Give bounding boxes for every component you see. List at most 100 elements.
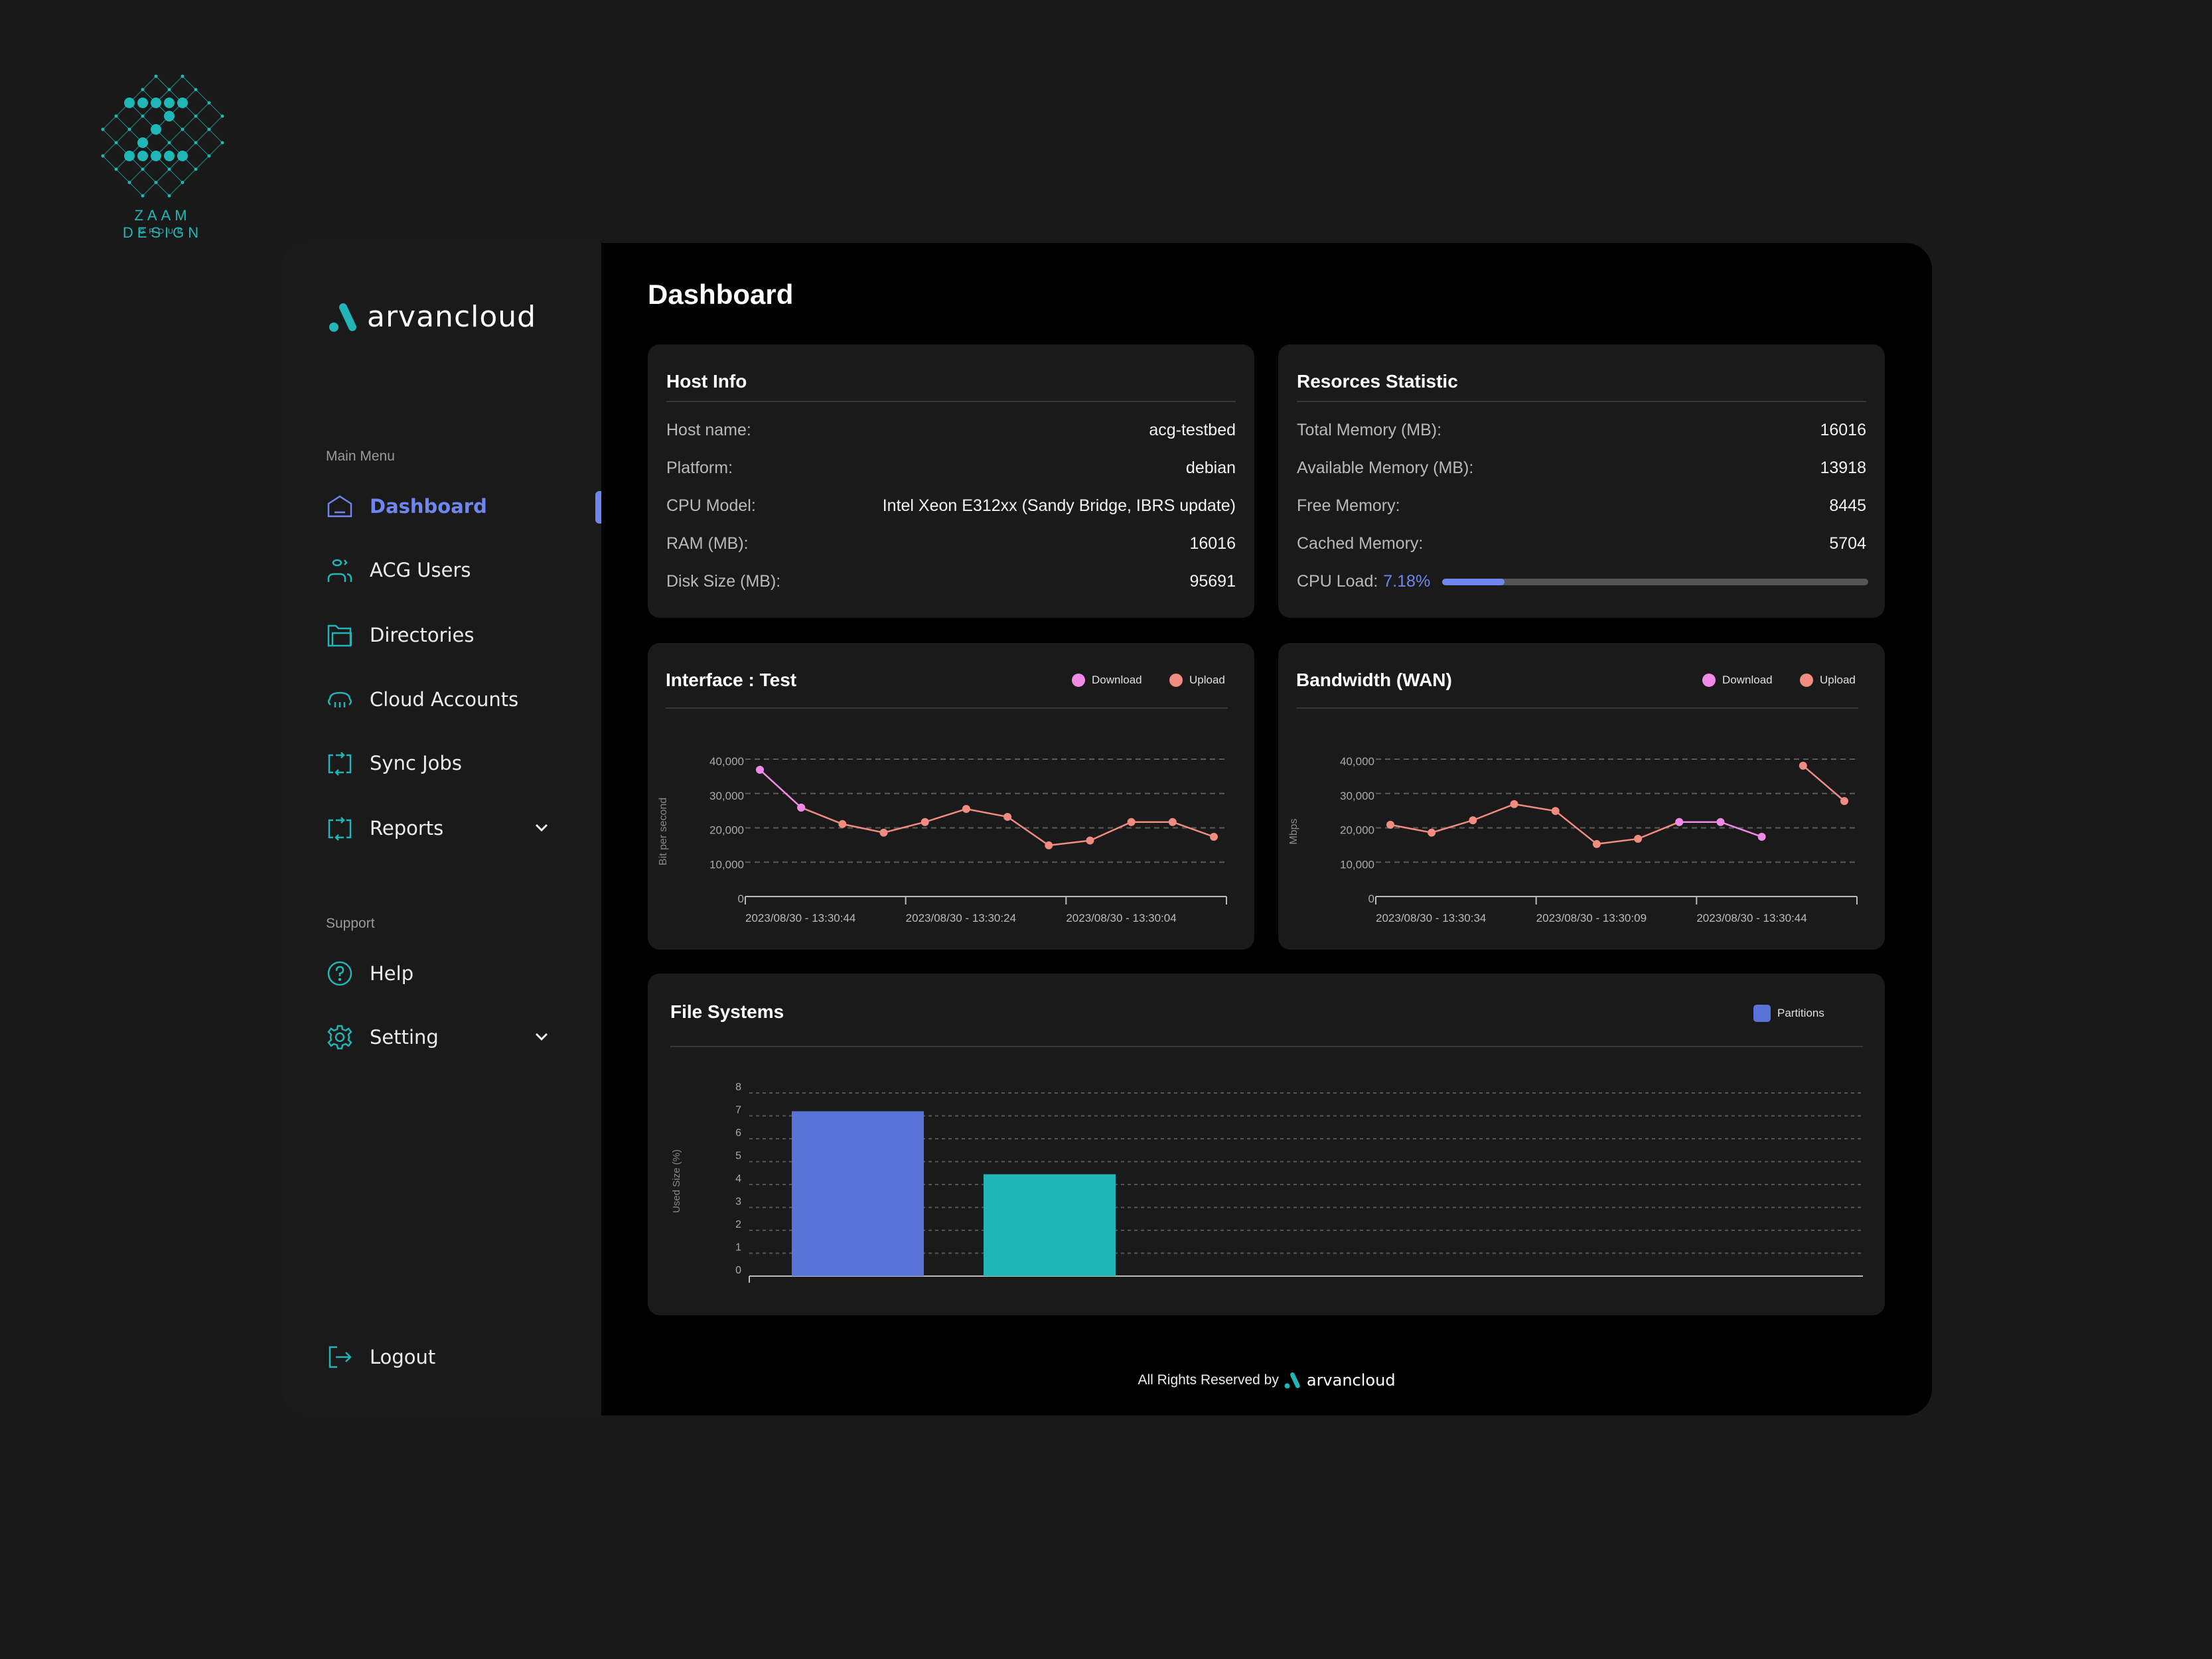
logo-link [195,115,210,130]
row-label: Available Memory (MB): [1297,459,1474,477]
y-tick-label: 30,000 [709,790,744,802]
row-value: acg-testbed [1149,421,1236,439]
host-info-card: Host Info Host name: acg-testbed Platform… [648,344,1254,618]
logo-node-large [151,98,161,108]
arvancloud-logo-icon [329,303,356,332]
logo-link [129,115,143,130]
y-tick-label: 0 [1368,893,1374,905]
data-point-upload [879,828,888,837]
bar-partition [792,1111,924,1276]
row-value: debian [1185,459,1236,477]
logo-link [195,102,210,117]
cpu-load-label: CPU Load: [1297,572,1378,591]
row-value: 16016 [1189,534,1236,553]
bandwidth-line-chart: 0 10,000 20,000 30,000 40,000 2023/08/30 - 13… [1288,755,1858,924]
sidebar-item-reports[interactable]: Reports [326,808,565,848]
sidebar-item-label: Cloud Accounts [370,688,519,711]
series-line-upload [1803,764,1845,802]
stat-row: Free Memory: 8445 [1297,496,1866,516]
sidebar-item-label: Help [370,962,414,985]
bar-partition [984,1174,1116,1276]
logo-node [207,127,211,131]
chevron-down-icon[interactable] [533,1028,550,1048]
row-label: Free Memory: [1297,496,1400,515]
logo-link [142,76,157,90]
data-point-upload [1003,812,1012,821]
logo-link [195,89,210,104]
logo-node [181,127,184,131]
logo-node-large [151,124,161,135]
file-systems-card: File Systems Partitions 0 1 2 3 4 5 6 7 8 Used Si… [648,974,1885,1315]
logo-node [194,167,198,171]
interface-chart-card: Interface : Test Download Upload 0 10,000… [648,643,1254,950]
sidebar-item-label: Dashboard [370,495,487,518]
logo-node [114,114,118,118]
info-row: Disk Size (MB): 95691 [666,572,1236,592]
sidebar-item-directories[interactable]: Directories [326,615,565,655]
gear-icon [326,1023,354,1051]
logo-node [194,88,198,92]
row-label: Cached Memory: [1297,534,1424,553]
stat-row: Available Memory (MB): 13918 [1297,459,1866,478]
row-value: 95691 [1189,572,1236,591]
sidebar-item-sync-jobs[interactable]: Sync Jobs [326,743,565,783]
logo-node [127,180,131,184]
chevron-down-icon[interactable] [533,819,550,839]
logo-link [102,142,117,157]
data-point-upload [1510,800,1518,808]
logo-node [101,154,105,158]
data-point-upload [1634,835,1643,843]
brand-logo[interactable]: arvancloud [329,300,536,334]
logo-node-large [124,151,135,161]
row-label: Platform: [666,459,733,477]
logout-icon [326,1343,354,1371]
sidebar-item-acg-users[interactable]: ACG Users [326,550,565,590]
logo-node [194,141,198,145]
logo-link [102,115,117,130]
help-circle-icon [326,960,354,987]
logo-link [195,142,210,157]
y-tick-label: 40,000 [1340,755,1374,768]
card-title: Host Info [666,371,747,392]
logo-node-large [164,111,175,121]
sidebar-item-help[interactable]: Help [326,954,565,993]
data-point-upload [1592,839,1601,848]
sidebar-item-dashboard[interactable]: Dashboard [326,486,565,526]
x-tick-label: 2023/08/30 - 13:30:04 [1066,912,1176,924]
logo-node [141,167,145,171]
y-tick-label: 20,000 [709,824,744,837]
y-tick-label: 30,000 [1340,790,1374,802]
logo-node [220,114,224,118]
logo-link [169,129,183,143]
logo-node [181,74,184,78]
sidebar-item-cloud-accounts[interactable]: Cloud Accounts [326,680,565,719]
sync-icon [326,749,354,777]
logo-node [154,74,158,78]
logo-link [182,169,196,183]
data-point-download [756,766,764,774]
logo-node [154,180,158,184]
divider [666,401,1236,402]
data-point-upload [1210,832,1218,841]
logout-button[interactable]: Logout [326,1337,565,1377]
logo-text: ZAAM DESIGN [122,207,203,241]
sidebar-item-setting[interactable]: Setting [326,1017,565,1057]
logo-node-large [177,98,188,108]
logo-node [220,141,224,145]
logo-node [167,194,171,198]
y-tick-label: 10,000 [1340,858,1374,871]
logo-node [167,167,171,171]
footer-brand[interactable]: arvancloud [1307,1371,1396,1390]
cloud-icon [326,685,354,713]
logo-link [195,129,210,143]
stat-row: Total Memory (MB): 16016 [1297,421,1866,441]
logo-node [101,127,105,131]
logo-node-large [137,137,148,148]
logo-link [195,155,210,170]
logo-link [182,129,196,143]
card-title: Resorces Statistic [1297,371,1458,392]
support-heading: Support [326,916,375,931]
interface-line-chart: 0 10,000 20,000 30,000 40,000 2023/08/30 - 13… [658,755,1227,924]
y-tick-label: 5 [735,1151,741,1162]
logo-link [115,129,130,143]
